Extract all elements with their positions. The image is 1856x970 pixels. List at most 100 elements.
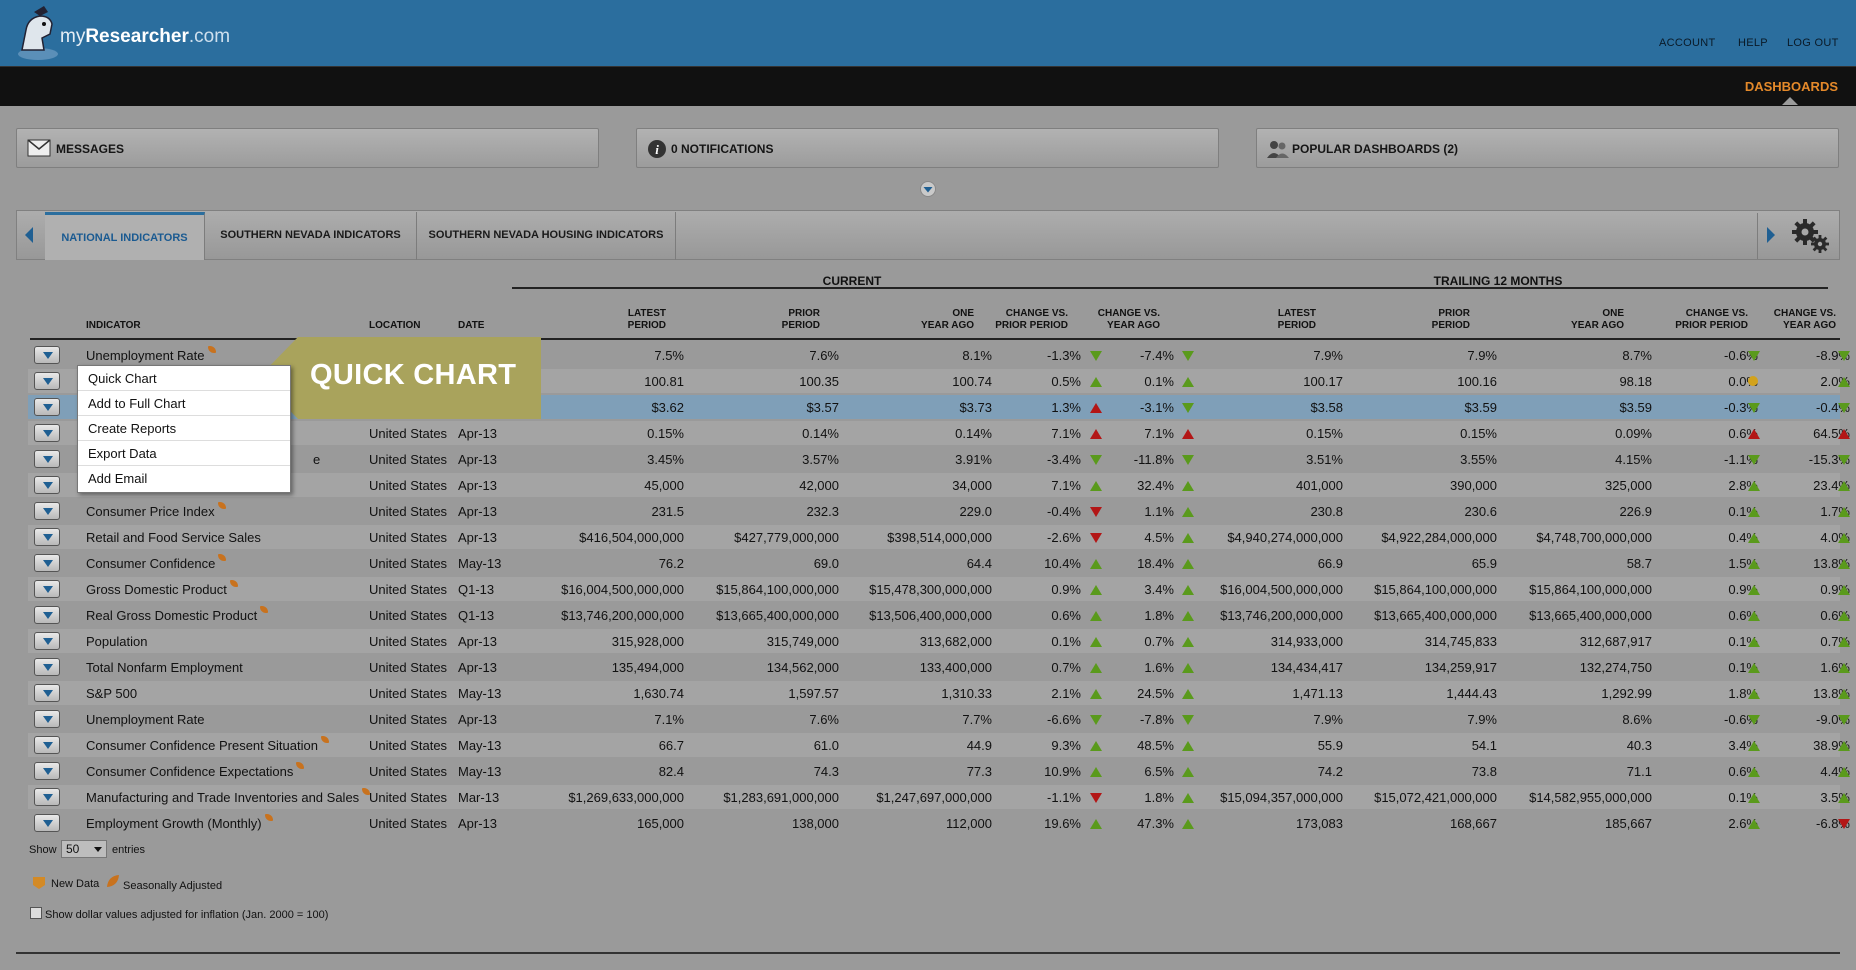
row-menu-chevron-down-icon[interactable] <box>34 554 60 572</box>
table-row[interactable]: Total Nonfarm Employment United States Apr… <box>28 655 1850 679</box>
row-menu-chevron-down-icon[interactable] <box>34 632 60 650</box>
site-logo[interactable]: myResearcher.com <box>60 26 230 48</box>
col-t-change-year[interactable]: CHANGE VS. YEAR AGO <box>1750 308 1836 332</box>
col-one-year-ago[interactable]: ONE YEAR AGO <box>896 308 974 332</box>
row-menu-chevron-down-icon[interactable] <box>34 606 60 624</box>
row-menu-chevron-down-icon[interactable] <box>34 658 60 676</box>
row-menu-chevron-down-icon[interactable] <box>34 398 60 416</box>
messages-panel[interactable]: MESSAGES <box>16 128 599 168</box>
current-cell-0: 100.81 <box>644 374 684 389</box>
table-row[interactable]: Consumer Confidence Expectations United S… <box>28 759 1850 783</box>
indicator-name[interactable]: Consumer Confidence <box>86 556 215 571</box>
indicator-name[interactable]: Manufacturing and Trade Inventories and … <box>86 790 359 805</box>
indicator-name[interactable]: Unemployment Rate <box>86 348 205 363</box>
col-t-prior-period[interactable]: PRIOR PERIOD <box>1386 308 1470 332</box>
logout-link[interactable]: LOG OUT <box>1787 37 1839 49</box>
table-row[interactable]: Real Gross Domestic Product United States… <box>28 603 1850 627</box>
trailing-cell-3: 3.4% <box>1728 738 1758 753</box>
table-row[interactable]: e United States Apr-13 3.45% 3.57% 3.91% -3.4%… <box>28 447 1850 471</box>
gear-icon[interactable] <box>1792 219 1830 253</box>
table-row[interactable]: Consumer Confidence United States May-13 76… <box>28 551 1850 575</box>
table-row[interactable]: United States Apr-13 0.15% 0.14% 0.14% 7.1% 7.… <box>28 421 1850 445</box>
row-menu-chevron-down-icon[interactable] <box>34 684 60 702</box>
tab-scroll-left-icon[interactable] <box>25 227 33 243</box>
row-menu-chevron-down-icon[interactable] <box>34 580 60 598</box>
inflation-checkbox[interactable] <box>30 907 42 919</box>
indicator-name[interactable]: Total Nonfarm Employment <box>86 660 243 675</box>
col-t-change-prior[interactable]: CHANGE VS. PRIOR PERIOD <box>1656 308 1748 332</box>
indicator-name[interactable]: e <box>313 452 320 467</box>
indicator-name[interactable]: Gross Domestic Product <box>86 582 227 597</box>
row-menu-chevron-down-icon[interactable] <box>34 528 60 546</box>
col-indicator[interactable]: INDICATOR <box>86 320 141 332</box>
current-cell-1: 100.35 <box>799 374 839 389</box>
indicator-name[interactable]: Employment Growth (Monthly) <box>86 816 262 831</box>
menu-create-reports[interactable]: Create Reports <box>78 416 290 441</box>
col-location[interactable]: LOCATION <box>369 320 420 332</box>
col-prior-period[interactable]: PRIOR PERIOD <box>750 308 820 332</box>
table-row[interactable]: Manufacturing and Trade Inventories and … <box>28 785 1850 809</box>
indicator-name[interactable]: Population <box>86 634 147 649</box>
active-caret <box>1782 97 1798 105</box>
trailing-up-arrow-icon <box>1838 533 1850 543</box>
row-menu-chevron-down-icon[interactable] <box>34 814 60 832</box>
trailing-cell-2: 312,687,917 <box>1579 634 1652 649</box>
col-latest-period[interactable]: LATEST PERIOD <box>596 308 666 332</box>
col-change-year[interactable]: CHANGE VS. YEAR AGO <box>1070 308 1160 332</box>
tab-southern-nevada-housing-indicators[interactable]: SOUTHERN NEVADA HOUSING INDICATORS <box>417 212 676 260</box>
table-row[interactable]: S&P 500 United States May-13 1,630.74 1,597.… <box>28 681 1850 705</box>
table-row[interactable]: Unemployment Rate United States Apr-13 7.1%… <box>28 707 1850 731</box>
col-t-latest-period[interactable]: LATEST PERIOD <box>1216 308 1316 332</box>
seasonally-adjusted-icon <box>265 814 273 821</box>
messages-label: MESSAGES <box>56 142 125 156</box>
indicator-name[interactable]: Consumer Price Index <box>86 504 215 519</box>
row-menu-chevron-down-icon[interactable] <box>34 710 60 728</box>
popular-dashboards-panel[interactable]: POPULAR DASHBOARDS (2) <box>1256 128 1839 168</box>
date-cell: Mar-13 <box>458 790 500 805</box>
row-menu-chevron-down-icon[interactable] <box>34 502 60 520</box>
current-cell-1: 134,562,000 <box>766 660 839 675</box>
table-row[interactable]: United States Apr-13 45,000 42,000 34,000 7.1… <box>28 473 1850 497</box>
row-menu-chevron-down-icon[interactable] <box>34 736 60 754</box>
row-menu-chevron-down-icon[interactable] <box>34 762 60 780</box>
current-up-arrow-icon <box>1182 429 1194 439</box>
tab-scroll-right-icon[interactable] <box>1767 227 1775 243</box>
indicator-name[interactable]: Retail and Food Service Sales <box>86 530 261 545</box>
row-menu-chevron-down-icon[interactable] <box>34 788 60 806</box>
tab-southern-nevada-indicators[interactable]: SOUTHERN NEVADA INDICATORS <box>205 212 417 260</box>
indicator-name[interactable]: Unemployment Rate <box>86 712 205 727</box>
current-cell-4: 0.1% <box>1144 374 1174 389</box>
current-cell-1: 1,597.57 <box>788 686 839 701</box>
table-row[interactable]: Retail and Food Service Sales United Stat… <box>28 525 1850 549</box>
menu-quick-chart[interactable]: Quick Chart <box>78 366 290 391</box>
notifications-panel[interactable]: i 0 NOTIFICATIONS <box>636 128 1219 168</box>
trailing-cell-0: 173,083 <box>1296 816 1343 831</box>
table-row[interactable]: Consumer Confidence Present Situation Uni… <box>28 733 1850 757</box>
col-change-prior[interactable]: CHANGE VS. PRIOR PERIOD <box>976 308 1068 332</box>
indicator-name[interactable]: Consumer Confidence Present Situation <box>86 738 318 753</box>
menu-add-email[interactable]: Add Email <box>78 466 290 491</box>
row-menu-chevron-down-icon[interactable] <box>34 476 60 494</box>
indicator-name[interactable]: S&P 500 <box>86 686 137 701</box>
table-row[interactable]: Employment Growth (Monthly) United States… <box>28 811 1850 835</box>
menu-add-to-full-chart[interactable]: Add to Full Chart <box>78 391 290 416</box>
expand-panels-icon[interactable] <box>920 181 936 197</box>
table-row[interactable]: Population United States Apr-13 315,928,000… <box>28 629 1850 653</box>
tab-national-indicators[interactable]: NATIONAL INDICATORS <box>45 212 205 260</box>
row-menu-chevron-down-icon[interactable] <box>34 424 60 442</box>
row-menu-chevron-down-icon[interactable] <box>34 372 60 390</box>
indicator-name[interactable]: Consumer Confidence Expectations <box>86 764 293 779</box>
trailing-cell-0: 7.9% <box>1313 348 1343 363</box>
row-menu-chevron-down-icon[interactable] <box>34 346 60 364</box>
help-link[interactable]: HELP <box>1738 37 1768 49</box>
table-row[interactable]: Gross Domestic Product United States Q1-13… <box>28 577 1850 601</box>
menu-export-data[interactable]: Export Data <box>78 441 290 466</box>
col-t-one-year-ago[interactable]: ONE YEAR AGO <box>1546 308 1624 332</box>
account-link[interactable]: ACCOUNT <box>1659 37 1716 49</box>
indicator-name[interactable]: Real Gross Domestic Product <box>86 608 257 623</box>
table-row[interactable]: Consumer Price Index United States Apr-13 2… <box>28 499 1850 523</box>
entries-select[interactable]: 50 <box>61 840 107 858</box>
row-menu-chevron-down-icon[interactable] <box>34 450 60 468</box>
dashboards-link[interactable]: DASHBOARDS <box>1745 79 1838 94</box>
col-date[interactable]: DATE <box>458 320 484 332</box>
